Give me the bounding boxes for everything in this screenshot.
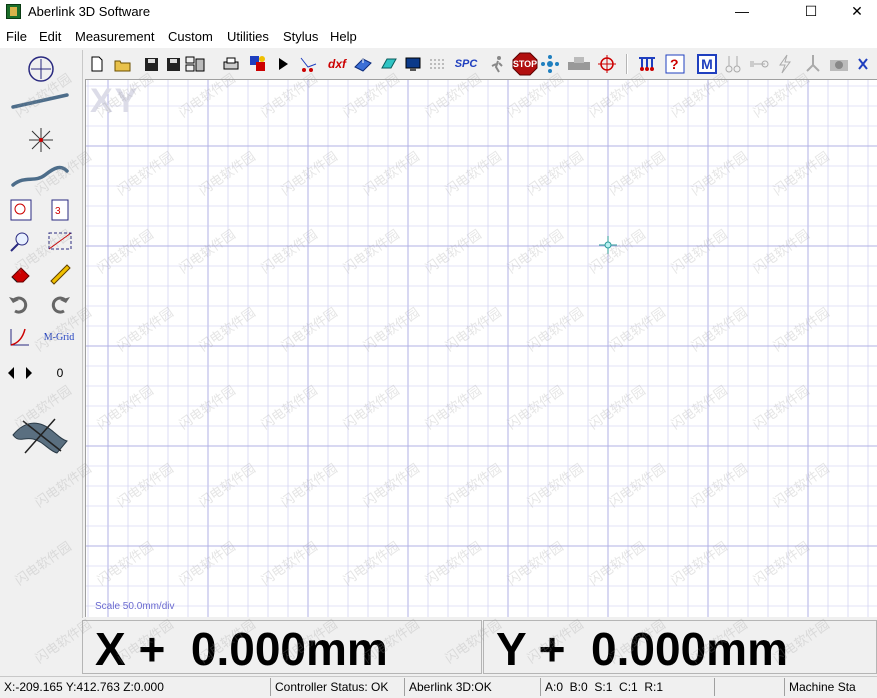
main-toolbar: dxf SPC STOP ? M <box>85 50 877 78</box>
probe-path-icon[interactable] <box>299 53 319 75</box>
menu-help[interactable]: Help <box>330 29 357 44</box>
print-icon[interactable] <box>221 53 241 75</box>
save-as-icon[interactable] <box>163 53 183 75</box>
undo-icon[interactable] <box>6 292 32 318</box>
cad-model-icon[interactable] <box>353 53 373 75</box>
status-axes: A:0 B:0 S:1 C:1 R:1 <box>540 678 712 696</box>
spc-label: SPC <box>454 58 478 70</box>
scale-label: Scale 50.0mm/div <box>95 601 175 612</box>
monitor-icon[interactable] <box>403 53 423 75</box>
stylus-rack-icon[interactable] <box>637 53 657 75</box>
zoom-in-icon[interactable] <box>8 228 34 254</box>
curve-feature-icon[interactable] <box>8 158 72 190</box>
menu-utilities[interactable]: Utilities <box>227 29 269 44</box>
status-machine: Machine Sta <box>784 678 877 696</box>
dxf-button[interactable]: dxf <box>325 53 349 75</box>
point-feature-icon[interactable] <box>25 125 57 155</box>
menu-bar: File Edit Measurement Custom Utilities S… <box>0 24 877 48</box>
spc-button[interactable]: SPC <box>453 53 479 75</box>
circle-feature-icon[interactable] <box>25 54 57 84</box>
close-button[interactable]: ✕ <box>834 0 877 24</box>
window-title: Aberlink 3D Software <box>28 4 151 19</box>
camera-icon[interactable] <box>829 53 849 75</box>
previous-arrow-icon[interactable] <box>4 363 18 383</box>
left-tool-panel: 3 M-Grid 0 <box>0 50 83 618</box>
redo-icon[interactable] <box>47 292 73 318</box>
probe-horizontal-icon[interactable] <box>749 53 769 75</box>
zoom-window-icon[interactable] <box>44 228 76 254</box>
probe-pair-icon[interactable] <box>723 53 743 75</box>
toolbar-separator <box>626 54 628 74</box>
status-app: Aberlink 3D:OK <box>404 678 538 696</box>
surface-icon[interactable] <box>379 53 399 75</box>
view-feature-icon[interactable]: 3 <box>47 197 73 223</box>
report-layout-icon[interactable] <box>185 53 205 75</box>
walk-icon[interactable] <box>487 53 507 75</box>
zoom-fit-icon[interactable] <box>8 197 34 223</box>
x-readout-value: X + 0.000mm <box>95 623 388 675</box>
status-coordinates: X:-209.165 Y:412.763 Z:0.000 <box>4 680 164 694</box>
status-blank <box>714 678 782 696</box>
y-position-readout: Y + 0.000mm <box>483 620 877 675</box>
save-icon[interactable] <box>141 53 161 75</box>
menu-file[interactable]: File <box>6 29 27 44</box>
checker-pattern-icon[interactable] <box>427 53 447 75</box>
probe-head-icon[interactable] <box>803 53 823 75</box>
machine-home-icon[interactable] <box>566 53 594 75</box>
stop-button[interactable]: STOP <box>512 52 538 76</box>
menu-stylus[interactable]: Stylus <box>283 29 318 44</box>
stop-label: STOP <box>512 59 538 69</box>
status-bar: X:-209.165 Y:412.763 Z:0.000 Controller … <box>0 676 877 698</box>
menu-edit[interactable]: Edit <box>39 29 61 44</box>
minimize-button[interactable]: — <box>719 0 765 24</box>
y-readout-value: Y + 0.000mm <box>496 623 788 675</box>
dxf-label: dxf <box>328 57 346 71</box>
close-view-icon[interactable] <box>853 53 873 75</box>
feature-counter: 0 <box>56 366 64 380</box>
pencil-icon[interactable] <box>44 260 76 286</box>
m-grid-button[interactable]: M-Grid <box>38 326 80 348</box>
open-folder-icon[interactable] <box>113 53 133 75</box>
next-arrow-icon[interactable] <box>22 363 36 383</box>
target-icon[interactable] <box>597 53 617 75</box>
svg-text:?: ? <box>670 56 679 72</box>
status-controller: Controller Status: OK <box>270 678 402 696</box>
x-position-readout: X + 0.000mm <box>82 620 482 675</box>
menu-measurement[interactable]: Measurement <box>75 29 154 44</box>
title-bar: Aberlink 3D Software — ☐ ✕ <box>0 0 877 24</box>
m-grid-label: M-Grid <box>43 331 75 343</box>
manual-mode-button[interactable]: M <box>697 53 717 75</box>
shapes-icon[interactable] <box>248 53 268 75</box>
run-program-icon[interactable] <box>273 53 293 75</box>
help-probe-icon[interactable]: ? <box>665 53 685 75</box>
molecule-icon[interactable] <box>540 53 560 75</box>
view-plane-label: XY <box>90 82 140 120</box>
svg-text:3: 3 <box>55 206 61 217</box>
eraser-icon[interactable] <box>8 260 34 286</box>
crosshair-cursor-icon <box>599 236 617 254</box>
graphics-view[interactable]: XY Scale 50.0mm/div <box>85 79 877 617</box>
menu-custom[interactable]: Custom <box>168 29 213 44</box>
line-feature-icon[interactable] <box>8 90 72 112</box>
app-icon <box>6 4 21 19</box>
measurement-grid <box>86 80 877 617</box>
new-file-icon[interactable] <box>87 53 107 75</box>
lightning-icon[interactable] <box>775 53 795 75</box>
manual-mode-label: M <box>701 56 713 72</box>
alignment-icon[interactable] <box>6 324 34 350</box>
surface-model-icon[interactable] <box>8 412 72 460</box>
maximize-button[interactable]: ☐ <box>788 0 834 24</box>
